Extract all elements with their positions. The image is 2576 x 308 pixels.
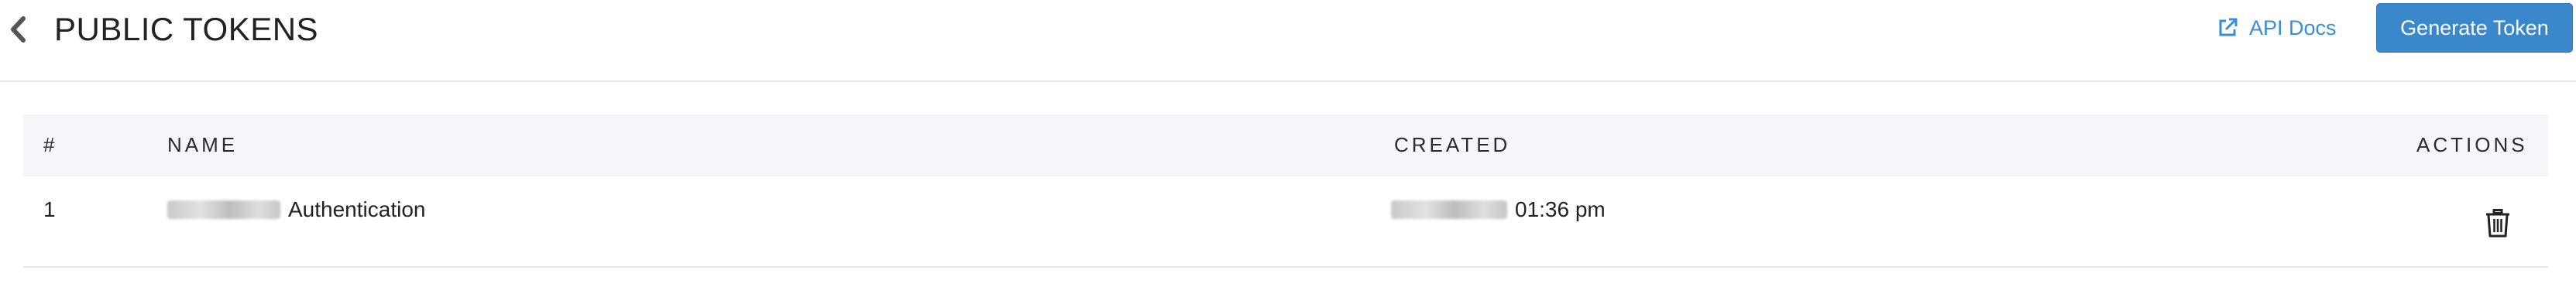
api-docs-link[interactable]: API Docs bbox=[2217, 9, 2337, 46]
redacted-name-prefix bbox=[167, 200, 280, 219]
generate-token-label: Generate Token bbox=[2400, 15, 2549, 39]
external-link-icon bbox=[2219, 18, 2238, 36]
redacted-date bbox=[1391, 200, 1507, 219]
token-name-suffix: Authentication bbox=[288, 197, 426, 221]
column-header-name: NAME bbox=[167, 133, 239, 156]
chevron-left-icon bbox=[11, 16, 26, 43]
column-header-index: # bbox=[43, 133, 58, 156]
back-button[interactable] bbox=[5, 12, 31, 46]
column-header-created: CREATED bbox=[1394, 133, 1511, 156]
column-header-actions: ACTIONS bbox=[2416, 133, 2528, 156]
table-row: 1 Authentication 01:36 pm bbox=[23, 176, 2548, 268]
generate-token-button[interactable]: Generate Token bbox=[2376, 3, 2573, 53]
page-header: PUBLIC TOKENS API Docs Generate Token bbox=[0, 0, 2576, 82]
table-header: # NAME CREATED ACTIONS bbox=[23, 115, 2548, 176]
tokens-table: # NAME CREATED ACTIONS 1 Authentication … bbox=[23, 115, 2548, 268]
page-title: PUBLIC TOKENS bbox=[54, 11, 319, 47]
api-docs-label: API Docs bbox=[2249, 15, 2337, 39]
row-index: 1 bbox=[43, 197, 56, 221]
delete-token-button[interactable] bbox=[2482, 206, 2514, 241]
created-datetime: 01:36 pm bbox=[1391, 197, 1606, 222]
created-time: 01:36 pm bbox=[1515, 197, 1606, 221]
token-name: Authentication bbox=[167, 197, 425, 222]
trash-icon bbox=[2486, 209, 2509, 238]
